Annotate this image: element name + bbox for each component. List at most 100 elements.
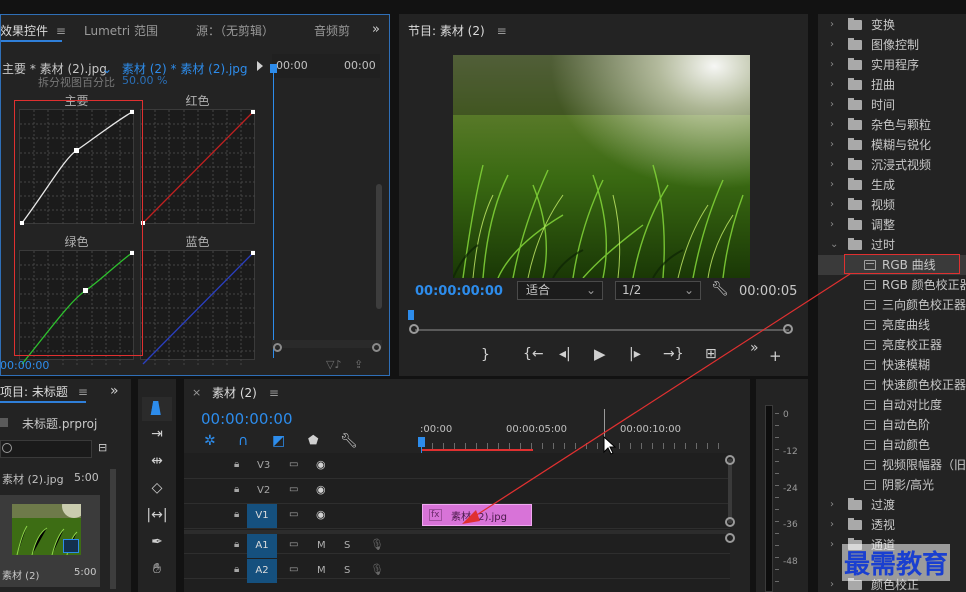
chevron-right-icon: › [830,519,834,530]
timeline-clip[interactable]: fx 素材 (2).jpg [422,504,532,526]
program-scroll-left[interactable] [409,324,419,334]
tab-audio-clip-mixer[interactable]: 音频剪 [314,20,350,42]
sync-lock-icon[interactable]: ▭ [289,484,298,495]
add-button-icon[interactable]: + [769,347,782,365]
ec-scroll-handle-left[interactable] [273,343,282,352]
timeline-scroll-handle[interactable] [725,533,735,543]
add-marker-icon[interactable]: ⬟ [308,433,318,447]
tab-effect-controls[interactable]: 效果控件 ≡ [0,20,66,42]
tab-source[interactable]: 源：（无剪辑） [196,20,274,42]
timeline-scroll-handle[interactable] [725,455,735,465]
sync-lock-icon[interactable]: ▭ [289,459,298,470]
microphone-icon[interactable]: 🎙︎ [370,538,384,551]
lift-icon[interactable]: ⊞ [705,346,717,362]
effect-icon [864,420,876,430]
timeline-tab[interactable]: 素材 (2) ≡ [212,382,279,404]
track-label-a2[interactable]: A2 [247,559,277,583]
program-monitor-title[interactable]: 节目: 素材 (2) ≡ [408,20,507,42]
resolution-dropdown[interactable]: 1/2 ⌄ [615,281,701,300]
timeline-settings-wrench-icon[interactable]: 🔧︎ [340,433,358,449]
go-to-out-icon[interactable]: →} [663,346,684,362]
project-scrollbar[interactable] [110,469,116,589]
meter-label-12: -12 [783,447,798,457]
solo-button[interactable]: S [344,540,350,551]
blue-curve-graph[interactable] [140,250,256,366]
ec-scroll-handle-right[interactable] [372,343,381,352]
program-scrub-track[interactable] [410,314,790,324]
close-icon[interactable]: × [192,386,201,399]
lock-icon[interactable]: 🔒︎ [234,539,239,550]
project-panel-title[interactable]: 项目: 未标题 ≡ [0,381,88,403]
program-playhead[interactable] [408,310,414,320]
nest-icon[interactable]: ✲ [204,433,216,449]
new-bin-icon[interactable]: ⊟ [98,441,107,454]
ec-ruler-end: 00:00 [344,59,376,72]
eye-icon[interactable]: ◉ [316,483,326,496]
timeline-timecode[interactable]: 00:00:00:00 [201,410,293,428]
hand-tool-icon[interactable]: ✋︎ [142,561,172,577]
ec-playhead-head[interactable] [270,64,277,73]
menu-icon[interactable]: ≡ [78,385,88,399]
go-to-in-icon[interactable]: {← [523,346,544,362]
ec-playhead-line[interactable] [273,64,274,358]
lock-icon[interactable]: 🔒︎ [234,509,239,520]
wrench-icon[interactable]: 🔧︎ [711,281,729,297]
track-label-v1[interactable]: V1 [247,504,277,528]
overflow-icon[interactable]: » [750,340,759,356]
eye-icon[interactable]: ◉ [316,458,326,471]
pen-tool-icon[interactable]: ✒ [142,534,172,550]
effect-icon [864,400,876,410]
program-scroll-right[interactable] [783,324,793,334]
snap-magnet-icon[interactable]: ∩ [238,433,248,449]
track-label-v2[interactable]: V2 [257,485,270,496]
project-search-input[interactable] [0,440,92,458]
eye-icon[interactable]: ◉ [316,508,326,521]
microphone-icon[interactable]: 🎙︎ [370,563,384,576]
sync-lock-icon[interactable]: ▭ [289,564,298,575]
solo-button[interactable]: S [344,565,350,576]
effect-icon [864,380,876,390]
track-label-a1[interactable]: A1 [247,534,277,558]
export-icon[interactable]: ⇪ [354,358,363,371]
track-select-tool-icon[interactable]: ⇥ [142,426,172,442]
ec-ruler-start: 00:00 [276,59,308,72]
program-video-frame[interactable] [453,55,750,278]
razor-tool-icon[interactable]: ◇ [142,480,172,496]
lock-icon[interactable]: 🔒︎ [234,459,239,470]
sync-lock-icon[interactable]: ▭ [289,539,298,550]
fit-dropdown[interactable]: 适合 ⌄ [517,281,603,300]
step-back-icon[interactable]: ◂| [559,346,571,362]
red-curve-graph[interactable] [140,109,256,225]
faded-row-value[interactable]: 50.00 % [122,74,167,87]
filter-icon[interactable]: ▽♪ [326,358,341,371]
menu-icon[interactable]: ≡ [56,24,66,38]
mark-out-icon[interactable]: } [481,347,490,363]
lock-icon[interactable]: 🔒︎ [234,484,239,495]
timeline-vscroll[interactable] [728,459,732,523]
sync-lock-icon[interactable]: ▭ [289,509,298,520]
linked-selection-icon[interactable]: ◩ [272,433,285,449]
ripple-edit-tool-icon[interactable]: ⇹ [142,453,172,469]
selection-tool-icon[interactable] [142,397,172,421]
mute-button[interactable]: M [317,540,326,551]
panel-overflow-icon[interactable]: » [372,22,380,37]
folder-icon [848,178,862,190]
track-label-v3[interactable]: V3 [257,460,270,471]
menu-icon[interactable]: ≡ [497,24,507,38]
ec-scrollbar[interactable] [376,184,382,309]
ec-timecode[interactable]: 00:00:00 [0,359,49,372]
play-clip-icon[interactable] [257,61,263,71]
slip-tool-icon[interactable]: |↔| [142,507,172,523]
panel-overflow-icon[interactable]: » [110,383,119,399]
project-file-name: 未标题.prproj [22,417,98,431]
tab-lumetri-scopes[interactable]: Lumetri 范围 [84,20,158,42]
lock-icon[interactable]: 🔒︎ [234,564,239,575]
timeline-scroll-handle[interactable] [725,517,735,527]
work-area-bar[interactable] [421,449,533,451]
mute-button[interactable]: M [317,565,326,576]
play-icon[interactable]: ▶ [594,345,606,363]
step-forward-icon[interactable]: |▸ [629,346,641,362]
folder-icon [848,138,862,150]
menu-icon[interactable]: ≡ [269,386,279,400]
program-timecode[interactable]: 00:00:00:00 [415,284,503,299]
